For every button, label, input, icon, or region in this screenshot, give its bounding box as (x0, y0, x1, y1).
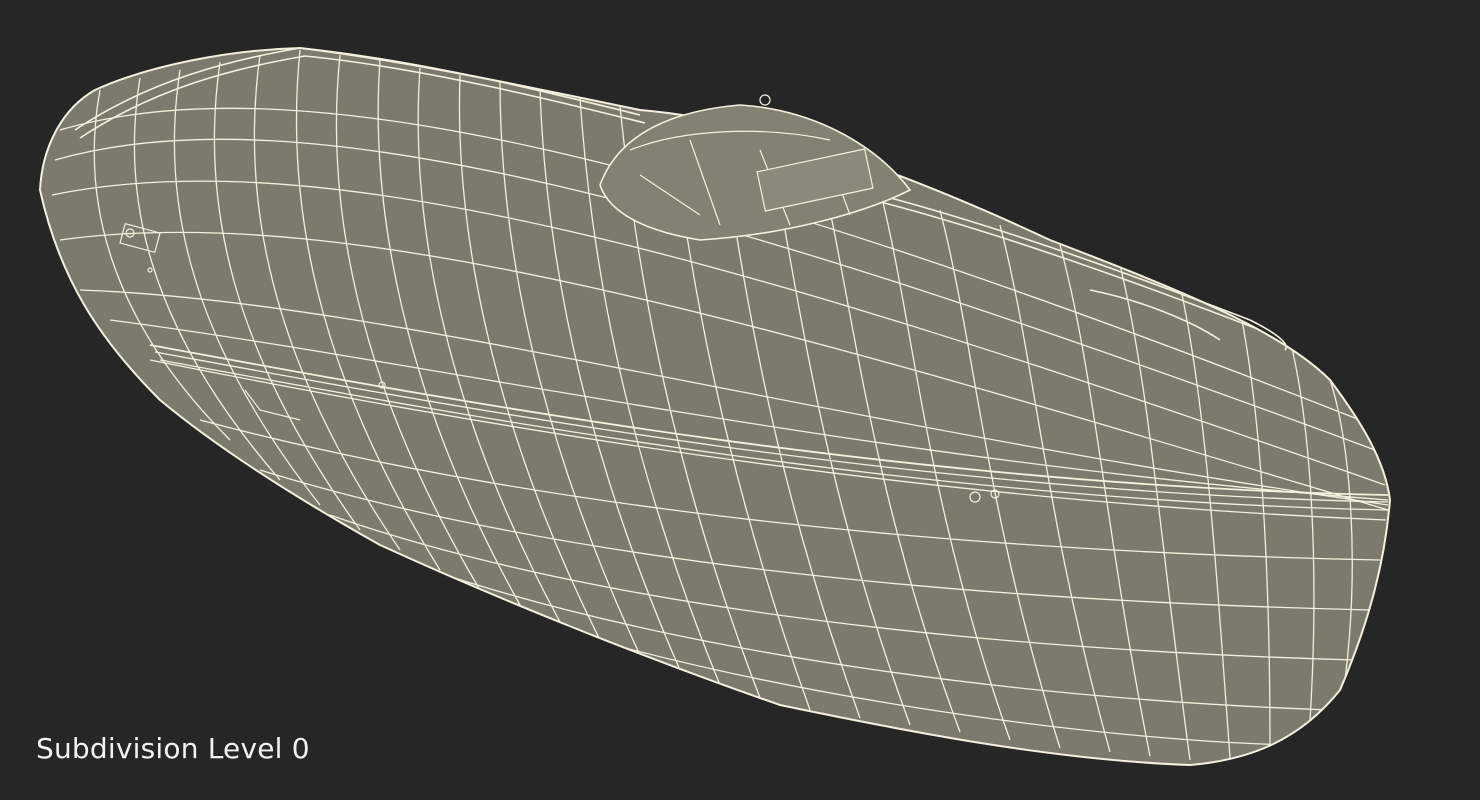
wireframe-render (38, 46, 1392, 767)
subdivision-caption: Subdivision Level 0 (36, 732, 310, 765)
render-viewport: Subdivision Level 0 (0, 0, 1480, 800)
